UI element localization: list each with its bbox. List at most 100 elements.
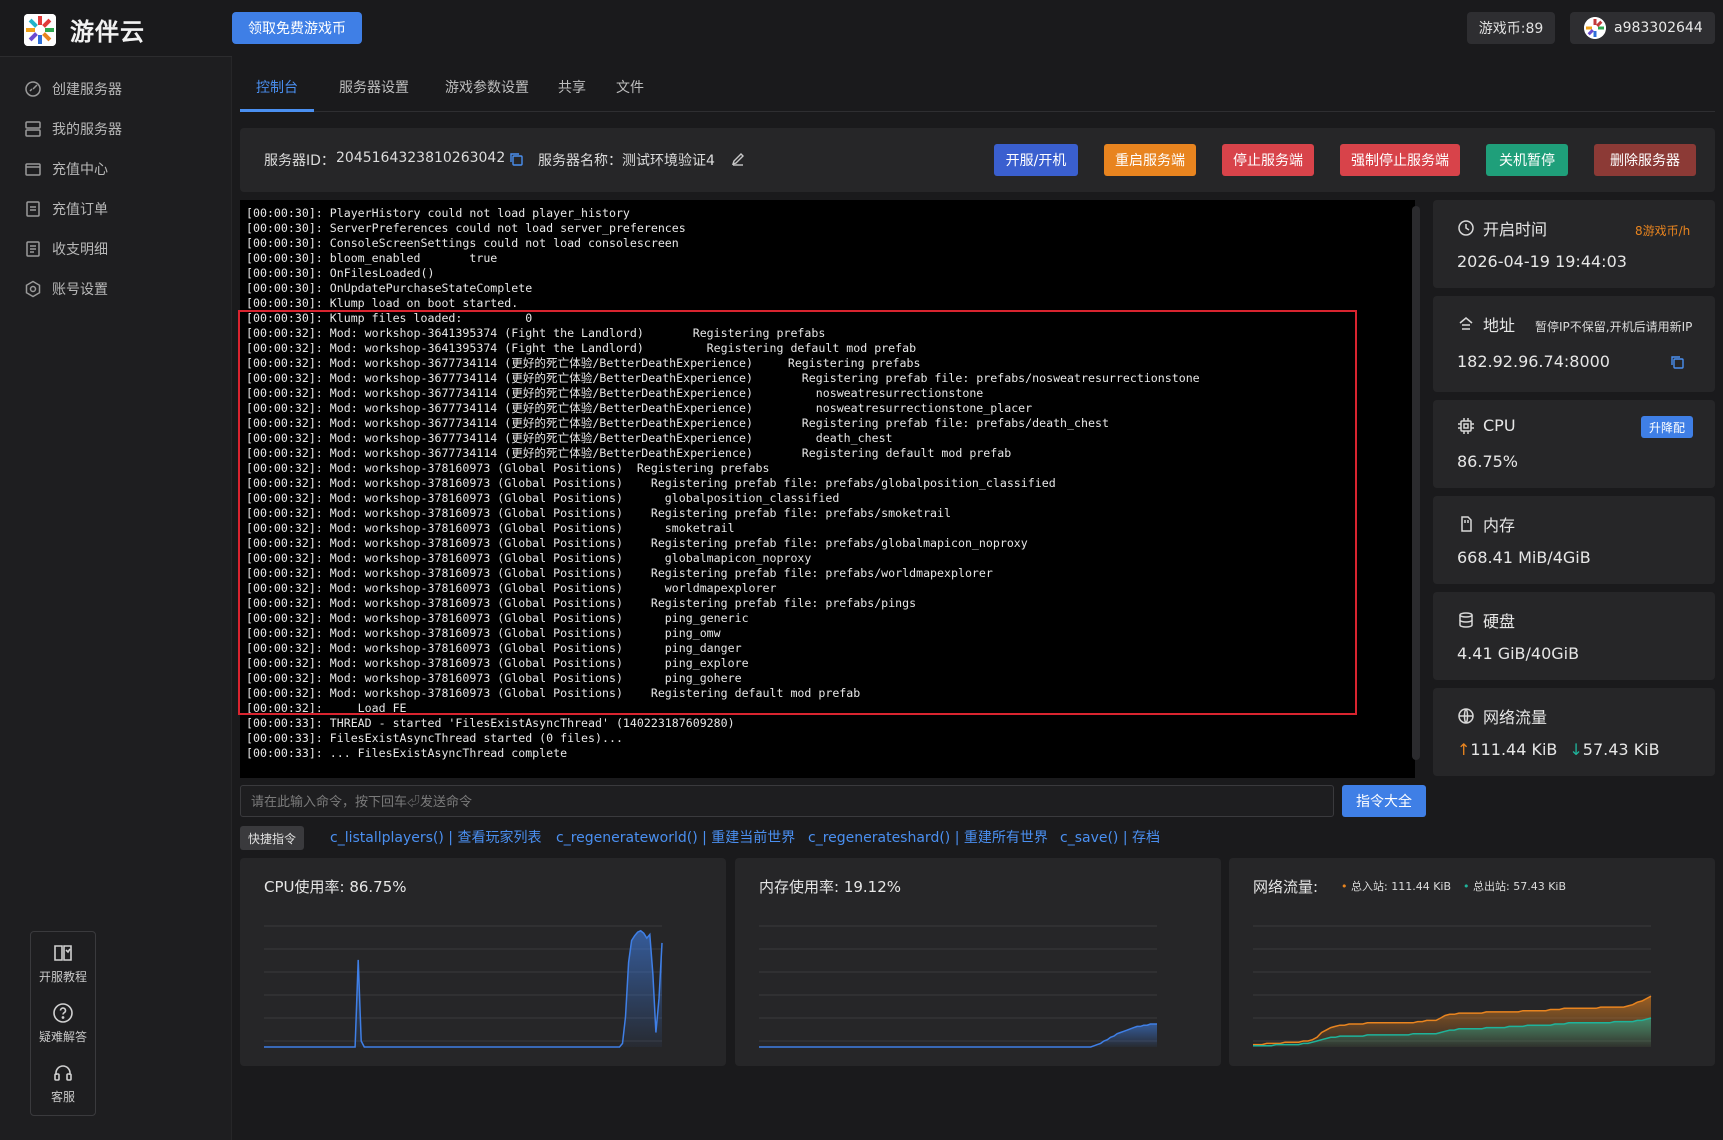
help-support[interactable]: 客服 (31, 1062, 95, 1105)
copy-icon[interactable] (508, 151, 524, 167)
free-coins-button[interactable]: 领取免费游戏币 (232, 12, 362, 44)
command-list-button[interactable]: 指令大全 (1342, 785, 1426, 817)
shutdown-pause-button[interactable]: 关机暂停 (1486, 144, 1568, 176)
edit-icon[interactable] (730, 151, 746, 167)
address-icon (1459, 317, 1473, 330)
memory-chart-title: 内存使用率: 19.12% (759, 878, 902, 896)
console-line: [00:00:32]: Mod: workshop-378160973 (Glo… (246, 491, 840, 505)
console-line: [00:00:30]: OnFilesLoaded() (246, 266, 435, 280)
force-stop-button[interactable]: 强制停止服务端 (1340, 144, 1460, 176)
cpu-series-area (264, 930, 662, 1047)
command-input[interactable] (240, 785, 1334, 817)
username: a983302644 (1614, 20, 1703, 36)
sidebar-item-label: 创建服务器 (52, 82, 122, 98)
start-server-button[interactable]: 开服/开机 (994, 144, 1078, 176)
tab-share[interactable]: 共享 (546, 64, 598, 112)
console-line: [00:00:32]: Mod: workshop-378160973 (Glo… (246, 671, 742, 685)
logo-icon (24, 13, 56, 46)
quick-command-save[interactable]: c_save() | 存档 (1060, 827, 1160, 847)
card-label: 地址 (1483, 316, 1516, 335)
card-label: 开启时间 (1483, 220, 1548, 239)
tab-files[interactable]: 文件 (604, 64, 656, 112)
stop-server-button[interactable]: 停止服务端 (1222, 144, 1314, 176)
quick-command-listplayers[interactable]: c_listallplayers() | 查看玩家列表 (330, 827, 541, 847)
wallet-icon (25, 163, 41, 176)
start-time-value: 2026-04-19 19:44:03 (1457, 252, 1627, 271)
copy-address-icon[interactable] (1669, 354, 1685, 370)
cpu-chart-card: CPU使用率: 86.75% (240, 858, 726, 1066)
console-line: [00:00:30]: Klump load on boot started. (246, 296, 519, 310)
card-header: 地址 (1457, 312, 1515, 336)
cpu-icon (1458, 417, 1474, 434)
console-line: [00:00:32]: Mod: workshop-3677734114 (更好… (246, 401, 1033, 415)
network-chart-card: 网络流量: • 总入站: 111.44 KiB • 总出站: 57.43 KiB (1229, 858, 1715, 1066)
help-faq[interactable]: 疑难解答 (31, 1002, 95, 1045)
help-label: 疑难解答 (38, 1030, 87, 1044)
logo[interactable]: 游伴云 (24, 12, 145, 47)
quick-command-regenerateworld[interactable]: c_regenerateworld() | 重建当前世界 (556, 827, 795, 847)
globe-icon (1458, 708, 1474, 724)
console-line: [00:00:32]: Mod: workshop-3677734114 (更好… (246, 371, 1200, 385)
card-disk: 硬盘 4.41 GiB/40GiB (1433, 592, 1715, 680)
server-info-bar: 服务器ID： 2045164323810263042 服务器名称： 测试环境验证… (240, 128, 1715, 192)
delete-server-button[interactable]: 删除服务器 (1594, 144, 1696, 176)
tab-bar: 控制台 服务器设置 游戏参数设置 共享 文件 (240, 64, 1715, 112)
settings-icon (25, 280, 41, 298)
server-list-icon (25, 121, 41, 137)
sidebar-item-recharge[interactable]: 充值中心 (24, 157, 108, 181)
console-line: [00:00:30]: PlayerHistory could not load… (246, 206, 630, 220)
upload-value: 111.44 KiB (1470, 740, 1558, 759)
tab-game-params[interactable]: 游戏参数设置 (432, 64, 542, 112)
card-header: CPU (1457, 416, 1516, 435)
card-label: 硬盘 (1483, 612, 1516, 631)
card-label: 内存 (1483, 516, 1516, 535)
download-value: 57.43 KiB (1582, 740, 1660, 759)
memory-value: 668.41 MiB/4GiB (1457, 548, 1591, 567)
help-tutorial[interactable]: 开服教程 (31, 942, 95, 985)
network-chart-title: 网络流量: (1253, 878, 1319, 896)
sidebar-item-ledger[interactable]: 收支明细 (24, 237, 108, 261)
sidebar-item-create-server[interactable]: 创建服务器 (24, 77, 122, 101)
legend-outbound-label: 总出站: 57.43 KiB (1473, 880, 1567, 893)
card-start-time: 开启时间 8游戏币/h 2026-04-19 19:44:03 (1433, 200, 1715, 288)
console-line: [00:00:30]: bloom_enabled true (246, 251, 498, 265)
sidebar-item-account[interactable]: 账号设置 (24, 277, 108, 301)
card-address: 地址 暂停IP不保留,开机后请用新IP 182.92.96.74:8000 (1433, 296, 1715, 392)
console-line: [00:00:32]: Mod: workshop-378160973 (Glo… (246, 656, 749, 670)
memory-series-line (759, 1023, 1157, 1048)
help-label: 开服教程 (38, 970, 87, 984)
console-line: [00:00:32]: Mod: workshop-378160973 (Glo… (246, 551, 812, 565)
sidebar-item-orders[interactable]: 充值订单 (24, 197, 108, 221)
tab-server-settings[interactable]: 服务器设置 (326, 64, 422, 112)
server-id-label: 服务器ID： (264, 153, 335, 169)
console-line: [00:00:32]: Mod: workshop-3641395374 (Fi… (246, 341, 917, 355)
ip-note: 暂停IP不保留,开机后请用新IP (1535, 320, 1693, 334)
console-line: [00:00:32]: Mod: workshop-3677734114 (更好… (246, 386, 984, 400)
legend-inbound-label: 总入站: 111.44 KiB (1351, 880, 1452, 893)
console-line: [00:00:30]: Klump files loaded: 0 (246, 311, 533, 325)
tab-console[interactable]: 控制台 (240, 64, 314, 112)
console-line: [00:00:30]: ServerPreferences could not … (246, 221, 686, 235)
headset-icon (54, 1065, 72, 1081)
console-line: [00:00:32]: Mod: workshop-378160973 (Glo… (246, 626, 721, 640)
ledger-icon (26, 241, 40, 257)
card-memory: 内存 668.41 MiB/4GiB (1433, 496, 1715, 584)
memory-chart-card: 内存使用率: 19.12% (735, 858, 1221, 1066)
restart-server-button[interactable]: 重启服务端 (1104, 144, 1196, 176)
console-scrollbar[interactable] (1412, 206, 1420, 760)
console-line: [00:00:32]: Mod: workshop-378160973 (Glo… (246, 686, 861, 700)
arrow-down-icon: ↓ (1569, 740, 1583, 759)
quick-command-regenerateshard[interactable]: c_regenerateshard() | 重建所有世界 (808, 827, 1048, 847)
sidebar-item-label: 充值中心 (52, 162, 108, 178)
network-values: ↑111.44 KiB ↓57.43 KiB (1457, 740, 1660, 759)
memory-icon (1461, 516, 1472, 532)
upgrade-button[interactable]: 升降配 (1641, 416, 1693, 438)
sidebar-item-my-servers[interactable]: 我的服务器 (24, 117, 122, 141)
user-menu[interactable]: a983302644 (1570, 12, 1715, 44)
console-output[interactable]: [00:00:30]: PlayerHistory could not load… (240, 200, 1415, 778)
console-line: [00:00:32]: Mod: workshop-378160973 (Glo… (246, 461, 770, 475)
legend-dot-inbound: • (1341, 880, 1348, 893)
console-line: [00:00:32]: Mod: workshop-3677734114 (更好… (246, 446, 1012, 460)
clock-icon (1458, 220, 1474, 236)
console-line: [00:00:32]: Mod: workshop-3677734114 (更好… (246, 416, 1109, 430)
